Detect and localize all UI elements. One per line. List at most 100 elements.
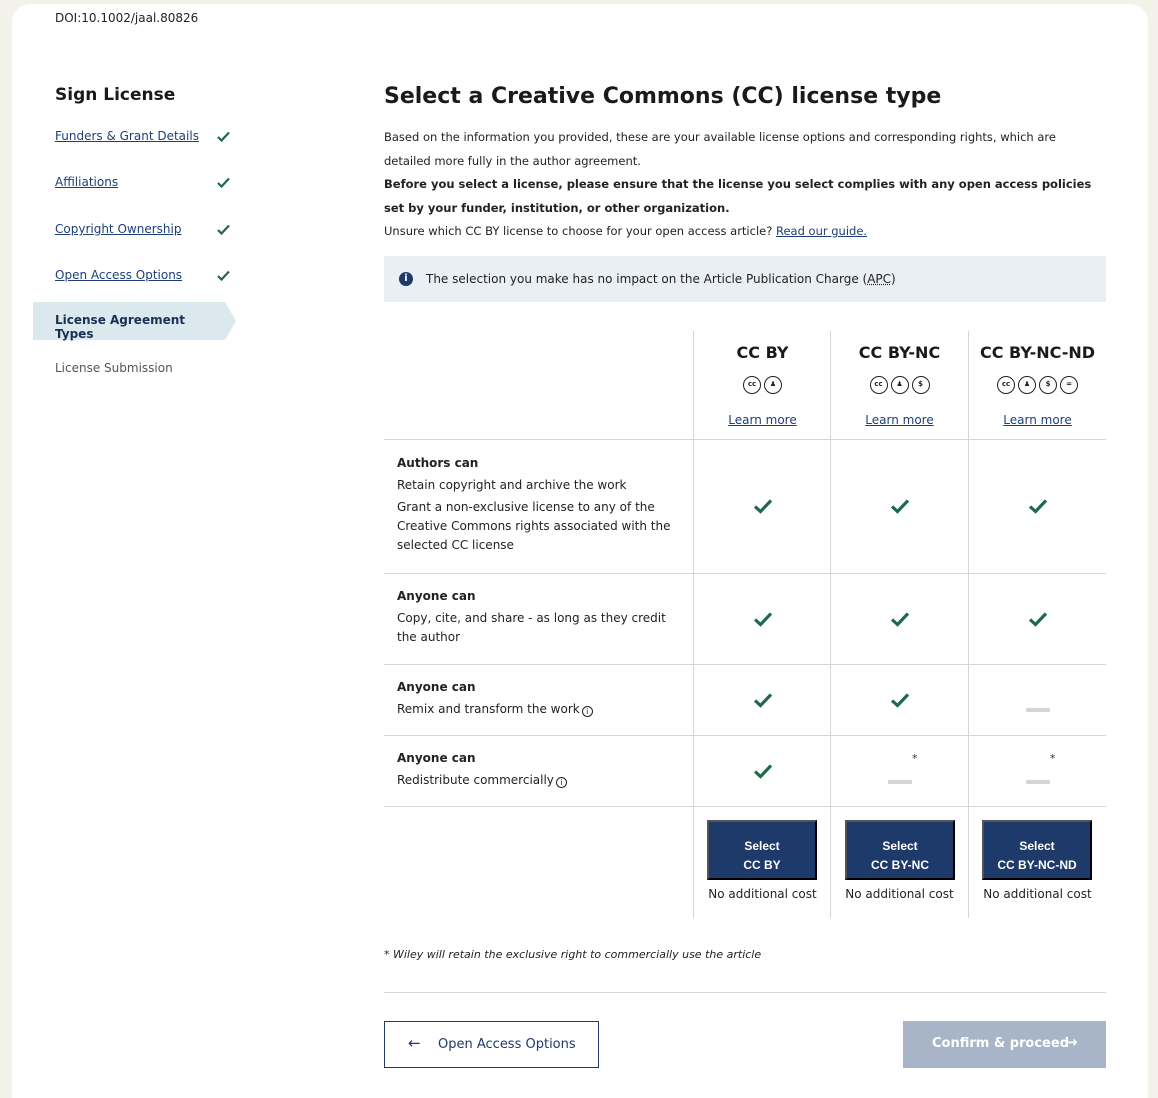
row-divider [384, 573, 1106, 574]
info-text-suffix: ) [891, 272, 896, 286]
row-line: Redistribute commercially i [397, 771, 687, 790]
by-attribution-icon: ♟ [764, 376, 782, 394]
info-icon: i [399, 272, 413, 286]
select-license-name: CC BY-NC-ND [997, 857, 1077, 872]
select-license-name: CC BY [743, 857, 781, 872]
no-derivatives-icon: = [1060, 376, 1078, 394]
footnote-asterisk: * [912, 752, 918, 765]
license-icons: cc ♟ $ [831, 376, 968, 394]
confirm-button-label: Confirm & proceed [932, 1036, 1070, 1051]
learn-more-link[interactable]: Learn more [831, 413, 968, 427]
check-icon [753, 499, 772, 514]
license-name: CC BY-NC [858, 343, 941, 362]
row-divider [384, 735, 1106, 736]
check-icon [890, 499, 909, 514]
cell-cc-by-nc-row4 [831, 769, 968, 788]
check-icon [753, 693, 772, 708]
license-header-cc-by: CC BY cc ♟ Learn more [694, 331, 831, 439]
cell-cc-by-nc-nd-row1 [969, 498, 1106, 518]
select-label: Select [744, 838, 780, 853]
check-icon [217, 224, 230, 235]
arrow-right-icon: → [1065, 1033, 1078, 1051]
step-affiliations[interactable]: Affiliations [55, 175, 118, 189]
step-open-access[interactable]: Open Access Options [55, 268, 182, 282]
info-tooltip-icon[interactable]: i [555, 777, 567, 788]
row-divider [384, 664, 1106, 665]
intro-paragraph-3-text: Unsure which CC BY license to choose for… [384, 224, 776, 238]
license-comparison-table: CC BY cc ♟ Learn more CC BY-NC cc ♟ $ Le… [384, 331, 1106, 918]
row-divider [384, 806, 1106, 807]
cell-cc-by-nc-nd-row4 [969, 769, 1106, 788]
cell-cc-by-nc-nd-row2 [969, 611, 1106, 631]
row-anyone-can-redistribute: Anyone can Redistribute commercially i [397, 751, 687, 793]
row-head: Anyone can [397, 751, 476, 765]
select-label: Select [882, 838, 918, 853]
page-title: Select a Creative Commons (CC) license t… [384, 84, 942, 109]
select-cc-by-nc-nd-button[interactable]: Select CC BY-NC-ND [982, 820, 1092, 880]
check-icon [753, 764, 772, 779]
by-attribution-icon: ♟ [890, 376, 909, 394]
learn-more-link[interactable]: Learn more [694, 413, 831, 427]
info-text-prefix: The selection you make has no impact on … [426, 272, 868, 286]
cell-cc-by-row1 [694, 498, 831, 518]
cost-label: No additional cost [983, 887, 1092, 901]
confirm-proceed-button[interactable]: Confirm & proceed → [903, 1021, 1106, 1068]
info-text: The selection you make has no impact on … [426, 272, 896, 286]
license-name: CC BY [736, 343, 789, 362]
cell-cc-by-row3 [694, 692, 831, 712]
back-open-access-button[interactable]: ← Open Access Options [384, 1021, 599, 1068]
not-allowed-dash [1025, 780, 1050, 784]
select-cc-by-button[interactable]: Select CC BY [707, 820, 817, 880]
license-name: CC BY-NC-ND [979, 343, 1096, 362]
step-copyright-link[interactable]: Copyright Ownership [55, 222, 181, 236]
cc-icon: cc [869, 376, 888, 394]
row-head: Anyone can [397, 589, 476, 603]
intro-text: Based on the information you provided, t… [384, 126, 1106, 244]
sidebar-title: Sign License [55, 85, 176, 105]
cell-cc-by-nc-row2 [831, 611, 968, 631]
cell-cc-by-nc-nd-row3 [969, 697, 1106, 716]
row-line-text: Remix and transform the work [397, 702, 580, 716]
step-license-submission: License Submission [55, 361, 173, 375]
cell-cc-by-row2 [694, 611, 831, 631]
select-cc-by-nc-button[interactable]: Select CC BY-NC [845, 820, 955, 880]
learn-more-link[interactable]: Learn more [969, 413, 1106, 427]
arrow-left-icon: ← [408, 1034, 421, 1052]
read-guide-link[interactable]: Read our guide. [776, 224, 867, 238]
row-anyone-can-remix: Anyone can Remix and transform the work i [397, 680, 687, 722]
doi-label: DOI:10.1002/jaal.80826 [55, 11, 199, 25]
row-head: Anyone can [397, 680, 476, 694]
step-open-access-link[interactable]: Open Access Options [55, 268, 182, 282]
row-line: Copy, cite, and share - as long as they … [397, 611, 666, 644]
cc-icon: cc [743, 376, 761, 394]
license-header-cc-by-nc-nd: CC BY-NC-ND cc ♟ $ = Learn more [969, 331, 1106, 439]
apc-info-banner: i The selection you make has no impact o… [384, 256, 1106, 302]
back-button-label: Open Access Options [438, 1037, 576, 1052]
step-affiliations-link[interactable]: Affiliations [55, 175, 118, 189]
not-allowed-dash [1025, 708, 1050, 712]
step-funders-link[interactable]: Funders & Grant Details [55, 129, 199, 143]
check-icon [1028, 612, 1047, 627]
cell-cc-by-nc-row3 [831, 692, 968, 712]
non-commercial-icon: $ [1039, 376, 1057, 394]
info-tooltip-icon[interactable]: i [581, 706, 593, 717]
check-icon [217, 177, 230, 188]
row-line: Retain copyright and archive the work [397, 478, 627, 492]
cost-label: No additional cost [708, 887, 817, 901]
divider [384, 992, 1106, 993]
not-allowed-dash [887, 780, 912, 784]
non-commercial-icon: $ [911, 376, 930, 394]
check-icon [890, 612, 909, 627]
apc-abbr[interactable]: APC [867, 272, 891, 286]
row-divider [384, 439, 1106, 440]
check-icon [753, 612, 772, 627]
intro-paragraph-2: Before you select a license, please ensu… [384, 177, 1092, 215]
cell-cc-by-nc-row1 [831, 498, 968, 518]
row-anyone-can-copy: Anyone can Copy, cite, and share - as lo… [397, 589, 687, 650]
step-license-agreement-active[interactable]: License Agreement Types [33, 302, 236, 341]
step-copyright[interactable]: Copyright Ownership [55, 222, 181, 236]
cc-icon: cc [997, 376, 1015, 394]
row-head: Authors can [397, 456, 479, 470]
step-funders[interactable]: Funders & Grant Details [55, 129, 199, 143]
select-label: Select [1019, 838, 1055, 853]
